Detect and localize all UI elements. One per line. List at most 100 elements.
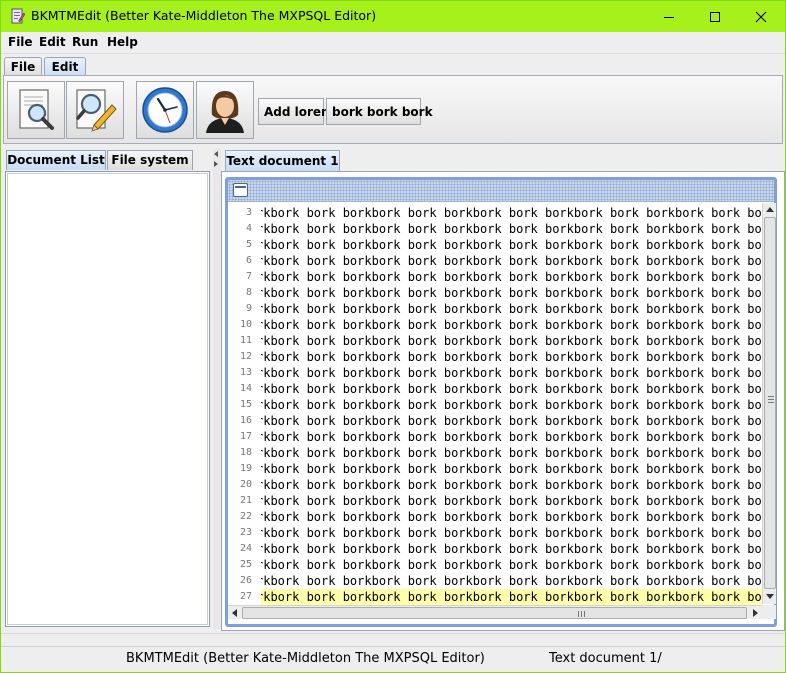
internal-frame: 3 4 5 6 7 8 9 10 11 12 13 14 15 16 17 18 19 20 21 22 23 24 25 2… xyxy=(225,177,777,627)
editor-panel: Text document 1 3 4 5 6 7 8 9 10 11 12 13 14 15 16 17 1… xyxy=(221,149,785,631)
menu-edit[interactable]: Edit xyxy=(39,35,66,49)
line-number: 7 xyxy=(245,271,252,282)
collapse-left-icon[interactable] xyxy=(214,151,218,157)
left-panel: Document List File system xyxy=(3,149,213,629)
edit-document-button[interactable] xyxy=(66,81,124,139)
tab-file-system[interactable]: File system xyxy=(107,150,193,170)
preview-document-icon xyxy=(19,89,54,130)
code-line[interactable]: rkbork bork borkbork bork borkbork bork … xyxy=(261,573,762,589)
frame-menu-icon[interactable] xyxy=(233,183,248,197)
maximize-button[interactable] xyxy=(692,1,738,32)
scroll-up-icon[interactable] xyxy=(766,207,774,212)
horizontal-scroll-thumb[interactable] xyxy=(242,607,747,619)
code-line[interactable]: rkbork bork borkbork bork borkbork bork … xyxy=(261,445,762,461)
ribbon-tab-edit[interactable]: Edit xyxy=(44,57,86,77)
line-number: 21 xyxy=(239,495,252,506)
tab-text-document[interactable]: Text document 1 xyxy=(225,150,340,171)
split-pane-divider[interactable] xyxy=(213,149,221,629)
clock-icon xyxy=(142,87,188,133)
code-line[interactable]: rkbork bork borkbork bork borkbork bork … xyxy=(261,509,762,525)
line-number: 25 xyxy=(239,559,252,570)
line-number: 16 xyxy=(239,415,252,426)
menu-help[interactable]: Help xyxy=(107,35,138,49)
status-document: Text document 1/ xyxy=(549,651,662,666)
close-icon xyxy=(755,11,767,22)
clock-button[interactable] xyxy=(136,81,194,139)
line-number: 20 xyxy=(239,479,252,490)
line-number: 19 xyxy=(239,463,252,474)
line-number: 13 xyxy=(239,367,252,378)
expand-right-icon[interactable] xyxy=(214,161,218,167)
line-number: 17 xyxy=(239,431,252,442)
line-number: 9 xyxy=(245,303,252,314)
title-bar: BKMTMEdit (Better Kate-Middleton The MXP… xyxy=(1,1,785,32)
scroll-left-icon[interactable] xyxy=(232,609,237,617)
line-number: 27 xyxy=(239,591,252,602)
code-line[interactable]: rkbork bork borkbork bork borkbork bork … xyxy=(261,413,762,429)
line-number: 24 xyxy=(239,543,252,554)
window-title: BKMTMEdit (Better Kate-Middleton The MXP… xyxy=(31,8,377,23)
code-line[interactable]: rkbork bork borkbork bork borkbork bork … xyxy=(261,253,762,269)
code-line[interactable]: rkbork bork borkbork bork borkbork bork … xyxy=(261,333,762,349)
edit-document-icon xyxy=(76,89,117,132)
code-line[interactable]: rkbork bork borkbork bork borkbork bork … xyxy=(261,493,762,509)
line-number-gutter: 3 4 5 6 7 8 9 10 11 12 13 14 15 16 17 18 19 20 21 22 23 24 25 2… xyxy=(228,203,258,605)
scroll-right-icon[interactable] xyxy=(753,609,758,617)
code-line[interactable]: rkbork bork borkbork bork borkbork bork … xyxy=(261,221,762,237)
line-number: 12 xyxy=(239,351,252,362)
code-line[interactable]: rkbork bork borkbork bork borkbork bork … xyxy=(261,525,762,541)
line-number: 4 xyxy=(245,223,252,234)
toolbar: Add lorem bork bork bork xyxy=(3,75,783,144)
text-editor[interactable]: 3 4 5 6 7 8 9 10 11 12 13 14 15 16 17 18 19 20 21 22 23 24 25 2… xyxy=(228,203,762,605)
line-number: 15 xyxy=(239,399,252,410)
line-number: 3 xyxy=(245,207,252,218)
document-frame: 3 4 5 6 7 8 9 10 11 12 13 14 15 16 17 18 19 20 21 22 23 24 25 2… xyxy=(221,171,785,631)
code-line[interactable]: rkbork bork borkbork bork borkbork bork … xyxy=(261,269,762,285)
status-app-name: BKMTMEdit (Better Kate-Middleton The MXP… xyxy=(126,651,485,666)
code-line[interactable]: rkbork bork borkbork bork borkbork bork … xyxy=(261,461,762,477)
code-line[interactable]: rkbork bork borkbork bork borkbork bork … xyxy=(261,397,762,413)
vertical-scrollbar[interactable] xyxy=(762,203,776,604)
tab-document-list[interactable]: Document List xyxy=(6,150,106,170)
code-line[interactable]: rkbork bork borkbork bork borkbork bork … xyxy=(261,381,762,397)
code-area[interactable]: rkbork bork borkbork bork borkbork bork … xyxy=(261,203,762,605)
status-bar: BKMTMEdit (Better Kate-Middleton The MXP… xyxy=(1,646,785,672)
code-line[interactable]: rkbork bork borkbork bork borkbork bork … xyxy=(261,349,762,365)
user-icon xyxy=(206,91,244,133)
add-lorem-button[interactable]: Add lorem xyxy=(258,98,334,125)
code-line[interactable]: rkbork bork borkbork bork borkbork bork … xyxy=(261,557,762,573)
line-number: 10 xyxy=(239,319,252,330)
code-line[interactable]: rkbork bork borkbork bork borkbork bork … xyxy=(261,237,762,253)
code-line[interactable]: rkbork bork borkbork bork borkbork bork … xyxy=(261,541,762,557)
code-line[interactable]: rkbork bork borkbork bork borkbork bork … xyxy=(261,429,762,445)
code-line[interactable]: rkbork bork borkbork bork borkbork bork … xyxy=(261,477,762,493)
line-number: 11 xyxy=(239,335,252,346)
code-line[interactable]: rkbork bork borkbork bork borkbork bork … xyxy=(261,301,762,317)
minimize-button[interactable] xyxy=(646,1,692,32)
document-list[interactable] xyxy=(5,171,210,627)
code-line[interactable]: rkbork bork borkbork bork borkbork bork … xyxy=(261,205,762,221)
code-line[interactable]: rkbork bork borkbork bork borkbork bork … xyxy=(261,365,762,381)
code-line[interactable]: rkbork bork borkbork bork borkbork bork … xyxy=(261,285,762,301)
line-number: 8 xyxy=(245,287,252,298)
scroll-down-icon[interactable] xyxy=(766,594,774,599)
line-number: 22 xyxy=(239,511,252,522)
maximize-icon xyxy=(710,11,720,22)
app-icon xyxy=(11,8,26,24)
code-line[interactable]: rkbork bork borkbork bork borkbork bork … xyxy=(261,317,762,333)
preview-document-button[interactable] xyxy=(7,81,65,139)
current-code-line[interactable]: rkbork bork borkbork bork borkbork bork … xyxy=(261,589,762,605)
menu-bar: File Edit Run Help xyxy=(1,32,785,54)
horizontal-scrollbar[interactable] xyxy=(228,605,762,619)
user-button[interactable] xyxy=(196,81,254,139)
ribbon-tab-file[interactable]: File xyxy=(4,57,42,77)
menu-run[interactable]: Run xyxy=(72,35,98,49)
line-number: 23 xyxy=(239,527,252,538)
vertical-scroll-thumb[interactable] xyxy=(764,217,776,589)
menu-file[interactable]: File xyxy=(8,35,33,49)
scroll-corner xyxy=(762,605,776,619)
line-number: 6 xyxy=(245,255,252,266)
close-button[interactable] xyxy=(738,1,784,32)
bork-bork-bork-button[interactable]: bork bork bork xyxy=(326,98,433,125)
status-separator xyxy=(1,633,785,646)
